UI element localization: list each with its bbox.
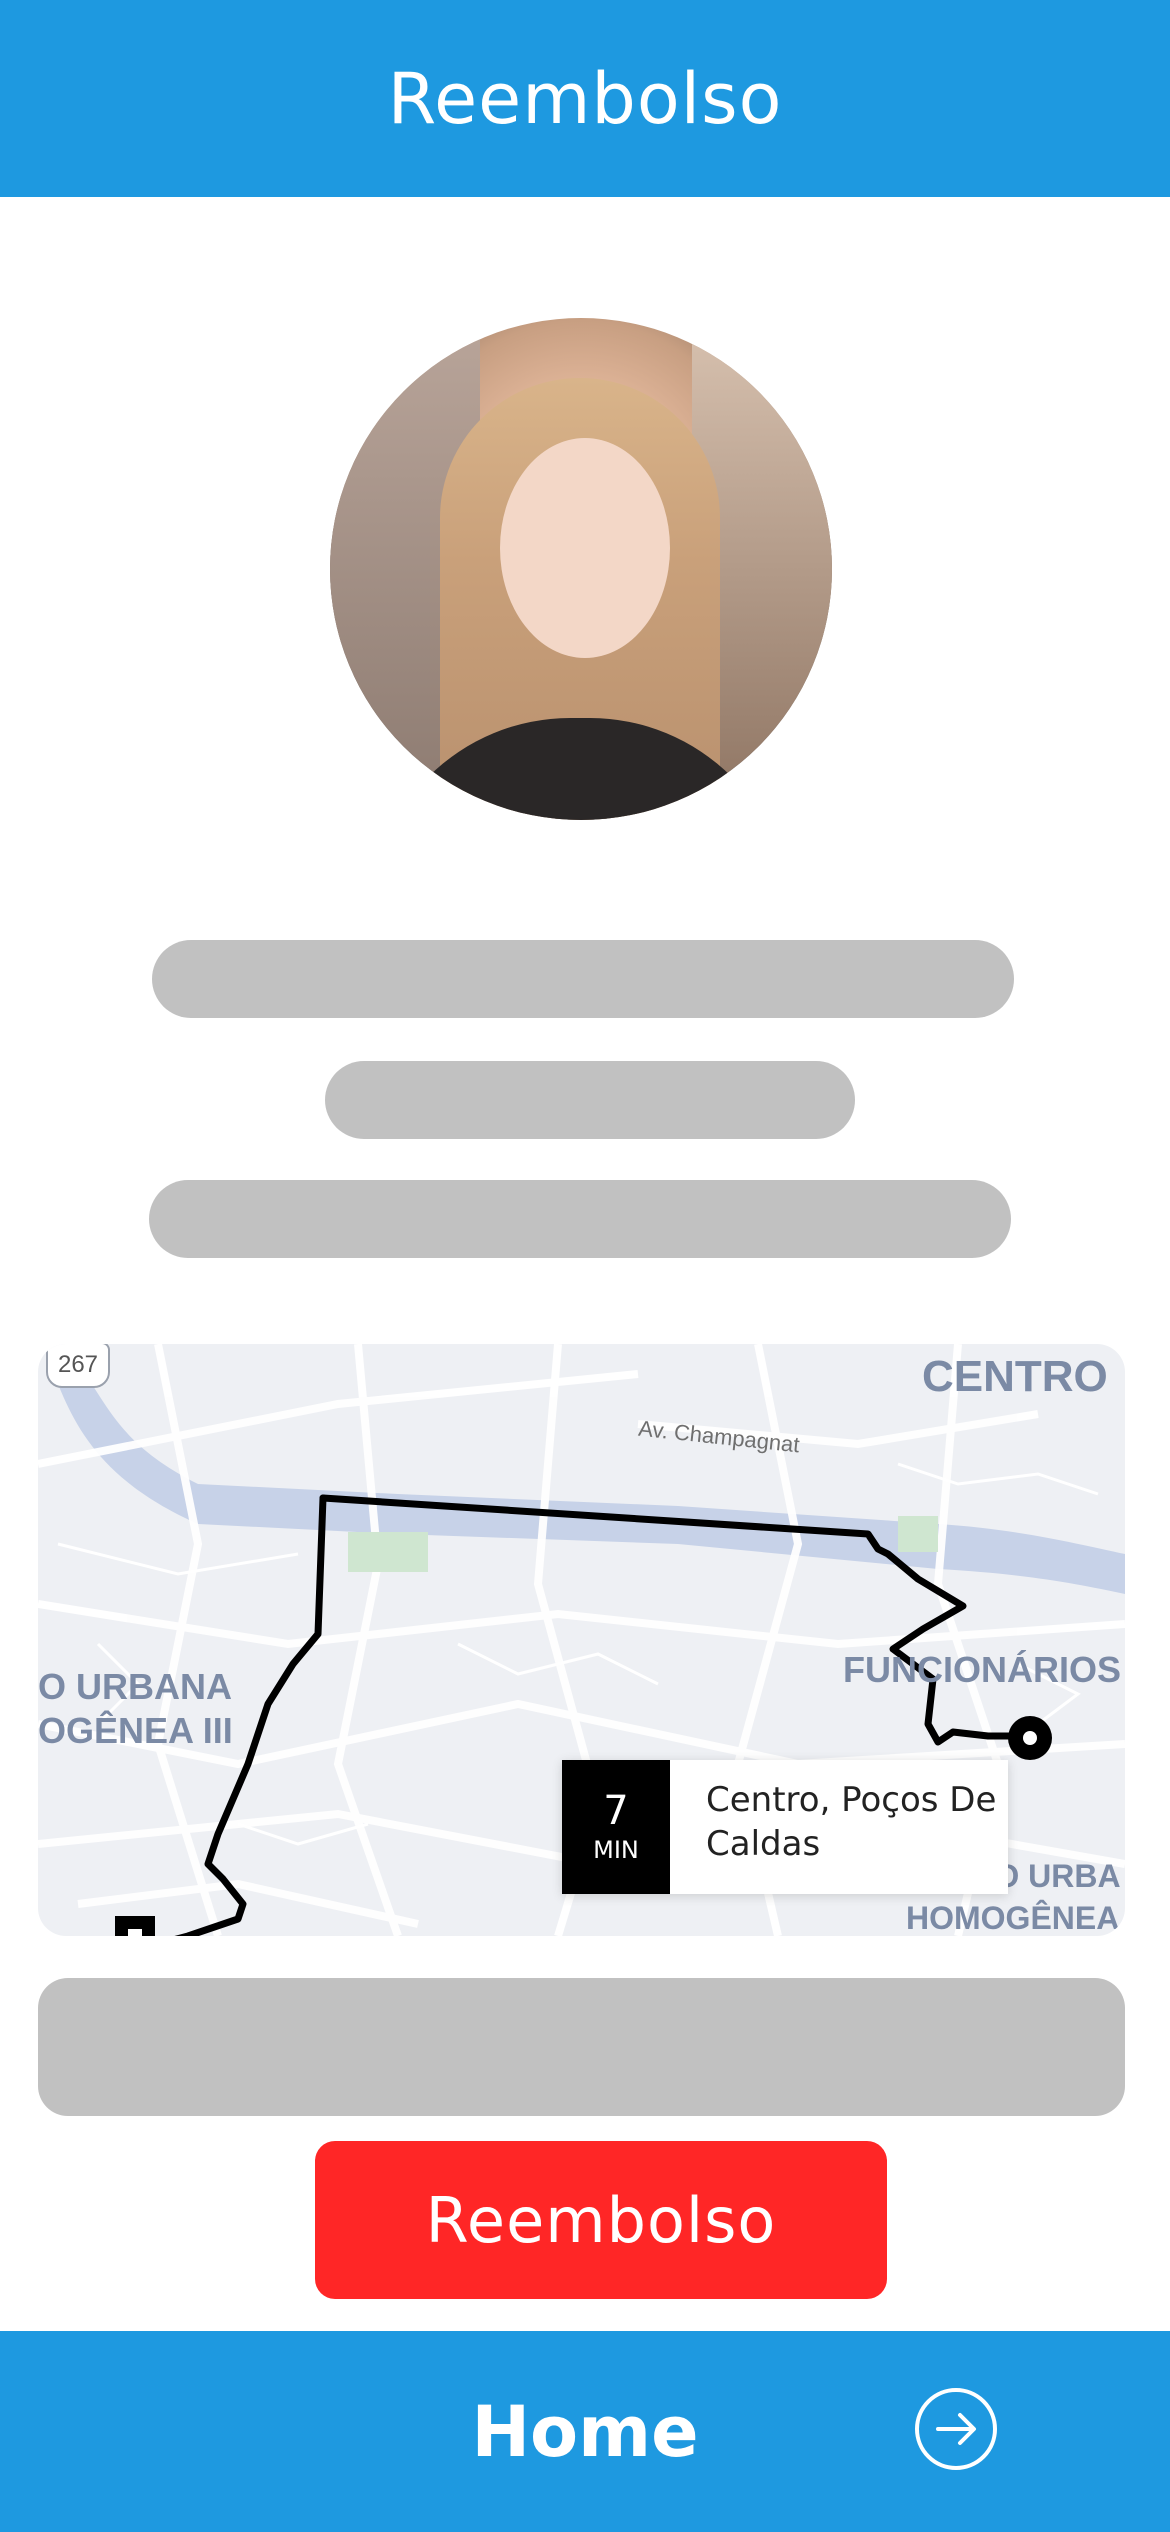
map-label-left-area-1: O URBANA	[38, 1666, 232, 1707]
reembolso-button[interactable]: Reembolso	[315, 2141, 887, 2299]
highway-shield-267: 267	[46, 1344, 110, 1388]
map-label-right-area-2: HOMOGÊNEA	[906, 1900, 1120, 1936]
skeleton-line-2	[325, 1061, 855, 1139]
skeleton-line-3	[149, 1180, 1011, 1258]
eta-value: 7	[603, 1788, 629, 1834]
map-label-centro: CENTRO	[922, 1352, 1108, 1401]
eta-destination: Centro, Poços De Caldas	[706, 1780, 997, 1864]
eta-box: 7 MIN	[562, 1760, 670, 1894]
app-header: Reembolso	[0, 0, 1170, 197]
skeleton-line-1	[152, 940, 1014, 1018]
eta-card[interactable]: 7 MIN Centro, Poços De Caldas	[562, 1760, 1008, 1894]
header-title: Reembolso	[387, 57, 783, 140]
map-label-funcionarios: FUNCIONÁRIOS	[843, 1649, 1121, 1690]
profile-avatar	[330, 318, 832, 820]
footer-home-bar[interactable]: Home	[0, 2331, 1170, 2532]
arrow-right-circle-icon[interactable]	[914, 2387, 998, 2471]
eta-unit: MIN	[593, 1836, 639, 1864]
skeleton-wide-bar	[38, 1978, 1125, 2116]
map-label-left-area-2: OGÊNEA III	[38, 1710, 233, 1751]
